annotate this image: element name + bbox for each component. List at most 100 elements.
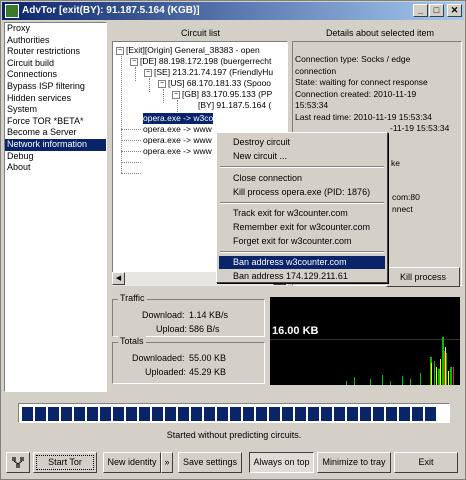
nav-item-system[interactable]: System [5, 104, 106, 116]
tree-node-label: [DE] 88.198.172.198 (buergerrecht [140, 56, 272, 66]
save-settings-button[interactable]: Save settings [178, 452, 242, 473]
sidebar-nav: Proxy Authorities Router restrictions Ci… [4, 22, 107, 392]
exit-button[interactable]: Exit [394, 452, 458, 473]
uploaded-label: Uploaded: [145, 367, 187, 377]
menu-item-track-exit[interactable]: Track exit for w3counter.com [219, 207, 385, 220]
tree-node-circuit[interactable]: − [Exit][Origin] General_38383 - open [116, 45, 260, 56]
download-label: Download: [142, 310, 185, 320]
nav-item-router-restrictions[interactable]: Router restrictions [5, 46, 106, 58]
progress-block [35, 407, 46, 421]
progress-block [22, 407, 33, 421]
details-line: State: waiting for connect response [295, 77, 428, 87]
details-header: Details about selected item [326, 28, 435, 38]
nav-item-debug[interactable]: Debug [5, 151, 106, 163]
nav-item-force-tor[interactable]: Force TOR *BETA* [5, 116, 106, 128]
progress-block [269, 407, 280, 421]
downloaded-label: Downloaded: [132, 353, 185, 363]
start-tor-button[interactable]: Start Tor [33, 452, 97, 473]
menu-item-remember-exit[interactable]: Remember exit for w3counter.com [219, 221, 385, 234]
tree-node-connection[interactable]: opera.exe -> www [143, 146, 212, 157]
tree-node-hop[interactable]: − [SE] 213.21.74.197 (FriendlyHu [144, 67, 273, 78]
new-identity-menu-button[interactable]: » [161, 452, 173, 473]
bandwidth-bars [346, 337, 454, 385]
progress-block [308, 407, 319, 421]
tree-node-hop[interactable]: − [GB] 83.170.95.133 (PP [172, 89, 272, 100]
menu-item-new-circuit[interactable]: New circuit ... [219, 150, 385, 163]
main-window: AdvTor [exit(BY): 91.187.5.164 (KGB)] _ … [0, 0, 466, 480]
kill-process-button[interactable]: Kill process [386, 267, 460, 287]
collapse-icon[interactable]: − [144, 68, 152, 77]
progress-block [334, 407, 345, 421]
progress-block [74, 407, 85, 421]
progress-block [165, 407, 176, 421]
startup-progress-bar [18, 403, 450, 423]
menu-separator [220, 202, 384, 204]
details-line: Connection created: 2010-11-19 [295, 88, 417, 99]
tree-node-hop[interactable]: − [US] 68.170.181.33 (Spooo [158, 78, 271, 89]
uploaded-value: 45.29 KB [189, 367, 227, 377]
scroll-left-icon[interactable]: ◀ [112, 272, 125, 285]
nav-item-connections[interactable]: Connections [5, 69, 106, 81]
tree-node-label: [Exit][Origin] General_38383 - open [126, 45, 260, 55]
progress-block [87, 407, 98, 421]
nav-item-authorities[interactable]: Authorities [5, 35, 106, 47]
collapse-icon[interactable]: − [116, 46, 124, 55]
tree-node-connection[interactable]: opera.exe -> w3co [143, 113, 214, 124]
tree-node-connection[interactable]: opera.exe -> www [143, 135, 212, 146]
nav-item-about[interactable]: About [5, 162, 106, 174]
nav-item-proxy[interactable]: Proxy [5, 23, 106, 35]
close-window-button[interactable]: ✕ [447, 4, 462, 17]
progress-block [191, 407, 202, 421]
tree-node-connection[interactable]: opera.exe -> www [143, 124, 212, 135]
network-icon-button[interactable] [6, 452, 30, 473]
download-value: 1.14 KB/s [189, 310, 229, 320]
progress-block [399, 407, 410, 421]
minimize-window-button[interactable]: _ [413, 4, 428, 17]
window-title: AdvTor [exit(BY): 91.187.5.164 (KGB)] [22, 5, 200, 16]
tree-node-label: [GB] 83.170.95.133 (PP [182, 89, 273, 99]
upload-value: 586 B/s [189, 324, 220, 334]
collapse-icon[interactable]: − [130, 57, 138, 66]
progress-block [126, 407, 137, 421]
always-on-top-toggle[interactable]: Always on top [249, 452, 314, 473]
progress-block [113, 407, 124, 421]
collapse-icon[interactable]: − [158, 79, 166, 88]
progress-block [282, 407, 293, 421]
progress-block [61, 407, 72, 421]
title-bar[interactable]: AdvTor [exit(BY): 91.187.5.164 (KGB)] _ … [2, 2, 464, 20]
menu-item-destroy-circuit[interactable]: Destroy circuit [219, 136, 385, 149]
nav-item-bypass-isp-filtering[interactable]: Bypass ISP filtering [5, 81, 106, 93]
collapse-icon[interactable]: − [172, 90, 180, 99]
tree-node-exit[interactable]: [BY] 91.187.5.164 ( [198, 100, 271, 111]
app-icon [5, 4, 19, 18]
progress-block [243, 407, 254, 421]
new-identity-button[interactable]: New identity [103, 452, 161, 473]
nav-item-hidden-services[interactable]: Hidden services [5, 93, 106, 105]
progress-block [204, 407, 215, 421]
menu-item-forget-exit[interactable]: Forget exit for w3counter.com [219, 235, 385, 248]
progress-block [295, 407, 306, 421]
progress-block [386, 407, 397, 421]
nav-item-network-information[interactable]: Network information [5, 138, 106, 151]
totals-group-title: Totals [118, 336, 146, 346]
menu-separator [220, 251, 384, 253]
details-line: connection [295, 65, 337, 76]
nav-item-become-server[interactable]: Become a Server [5, 127, 106, 139]
progress-block [360, 407, 371, 421]
progress-block [178, 407, 189, 421]
menu-item-ban-address-domain[interactable]: Ban address w3counter.com [219, 256, 385, 269]
menu-item-ban-address-ip[interactable]: Ban address 174.129.211.61 [219, 270, 385, 283]
bandwidth-graph: 16.00 KB [270, 297, 460, 385]
maximize-window-button[interactable]: □ [429, 4, 444, 17]
progress-block [256, 407, 267, 421]
tree-node-hop[interactable]: − [DE] 88.198.172.198 (buergerrecht [130, 56, 271, 67]
minimize-to-tray-button[interactable]: Minimize to tray [317, 452, 391, 473]
context-menu: Destroy circuit New circuit ... Close co… [216, 132, 388, 283]
menu-item-kill-process[interactable]: Kill process opera.exe (PID: 1876) [219, 186, 385, 199]
details-line: 15:53:34 [295, 100, 329, 110]
menu-separator [220, 166, 384, 168]
tree-node-label: [SE] 213.21.74.197 (FriendlyHu [154, 67, 274, 77]
progress-block [152, 407, 163, 421]
nav-item-circuit-build[interactable]: Circuit build [5, 58, 106, 70]
menu-item-close-connection[interactable]: Close connection [219, 172, 385, 185]
